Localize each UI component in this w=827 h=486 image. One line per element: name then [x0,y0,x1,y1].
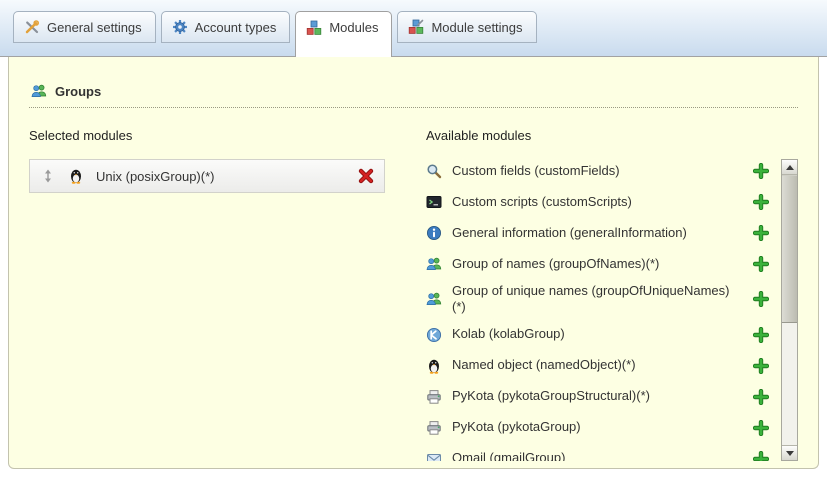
add-module-button[interactable] [753,358,769,374]
available-modules-rows: Custom fields (customFields) [426,159,781,461]
add-module-button[interactable] [753,256,769,272]
plus-icon [753,420,769,436]
add-module-button[interactable] [753,451,769,462]
module-label: PyKota (pykotaGroupStructural)(*) [452,388,734,404]
available-modules-heading: Available modules [426,128,798,143]
add-module-button[interactable] [753,163,769,179]
printer-icon [426,420,442,436]
gear-icon [172,19,188,35]
delete-icon [358,168,374,184]
available-module-row: PyKota (pykotaGroupStructural)(*) [426,385,769,409]
add-module-button[interactable] [753,420,769,436]
plus-icon [753,225,769,241]
group-icon [426,256,442,272]
scrollbar-thumb[interactable] [782,175,797,323]
scrollbar-up-button[interactable] [782,160,797,175]
kolab-icon [426,327,442,343]
drag-handle-icon[interactable] [40,168,56,184]
tab-label: Modules [329,20,378,35]
tab-label: Account types [195,20,277,35]
available-module-row: Custom scripts (customScripts) [426,190,769,214]
scrollbar[interactable] [781,159,798,461]
tux-icon [68,168,84,184]
plus-icon [753,327,769,343]
group-icon [426,291,442,307]
available-module-row: Group of unique names (groupOfUniqueName… [426,283,769,316]
selected-module-row[interactable]: Unix (posixGroup)(*) [29,159,385,193]
plus-icon [753,194,769,210]
plus-icon [753,256,769,272]
arrow-down-icon [786,451,794,456]
available-module-row: Group of names (groupOfNames)(*) [426,252,769,276]
modules-columns: Selected modules [29,122,798,461]
magnifier-icon [426,163,442,179]
available-module-row: Kolab (kolabGroup) [426,323,769,347]
module-label: Qmail (qmailGroup) [452,450,734,461]
tab-label: General settings [47,20,142,35]
plus-icon [753,389,769,405]
add-module-button[interactable] [753,389,769,405]
module-label: General information (generalInformation) [452,225,734,241]
mail-icon [426,451,442,462]
available-module-row: Custom fields (customFields) [426,159,769,183]
page-title: Groups [55,84,101,99]
tab-account-types[interactable]: Account types [161,11,291,43]
arrow-up-icon [786,165,794,170]
module-label: Custom scripts (customScripts) [452,194,734,210]
remove-module-button[interactable] [358,168,374,184]
module-label: Group of unique names (groupOfUniqueName… [452,283,734,316]
tux-icon [426,358,442,374]
printer-icon [426,389,442,405]
available-module-row: Named object (namedObject)(*) [426,354,769,378]
module-label: Unix (posixGroup)(*) [96,169,214,184]
add-module-button[interactable] [753,225,769,241]
plus-icon [753,451,769,462]
plus-icon [753,163,769,179]
selected-modules-column: Selected modules [29,122,406,461]
modules-panel: Groups Selected modules [8,57,819,469]
available-modules-column: Available modules Custom fields (customF… [406,122,798,461]
terminal-icon [426,194,442,210]
tab-general-settings[interactable]: General settings [13,11,156,43]
tab-module-settings[interactable]: Module settings [397,11,536,43]
module-label: PyKota (pykotaGroup) [452,419,734,435]
add-module-button[interactable] [753,327,769,343]
available-module-row: PyKota (pykotaGroup) [426,416,769,440]
module-label: Kolab (kolabGroup) [452,326,734,342]
module-settings-icon [408,19,424,35]
tools-icon [24,19,40,35]
available-module-row: Qmail (qmailGroup) [426,447,769,462]
add-module-button[interactable] [753,291,769,307]
group-icon [31,83,47,99]
module-label: Named object (namedObject)(*) [452,357,734,373]
tab-bar: General settings Account types [0,0,827,57]
tab-modules[interactable]: Modules [295,11,392,57]
available-modules-list: Custom fields (customFields) [426,159,798,461]
add-module-button[interactable] [753,194,769,210]
modules-icon [306,20,322,36]
plus-icon [753,358,769,374]
plus-icon [753,291,769,307]
module-label: Group of names (groupOfNames)(*) [452,256,734,272]
scrollbar-down-button[interactable] [782,445,797,460]
tab-label: Module settings [431,20,522,35]
scrollbar-track[interactable] [782,323,797,445]
selected-modules-heading: Selected modules [29,128,406,143]
info-icon [426,225,442,241]
available-module-row: General information (generalInformation) [426,221,769,245]
module-label: Custom fields (customFields) [452,163,734,179]
section-header: Groups [29,57,798,108]
